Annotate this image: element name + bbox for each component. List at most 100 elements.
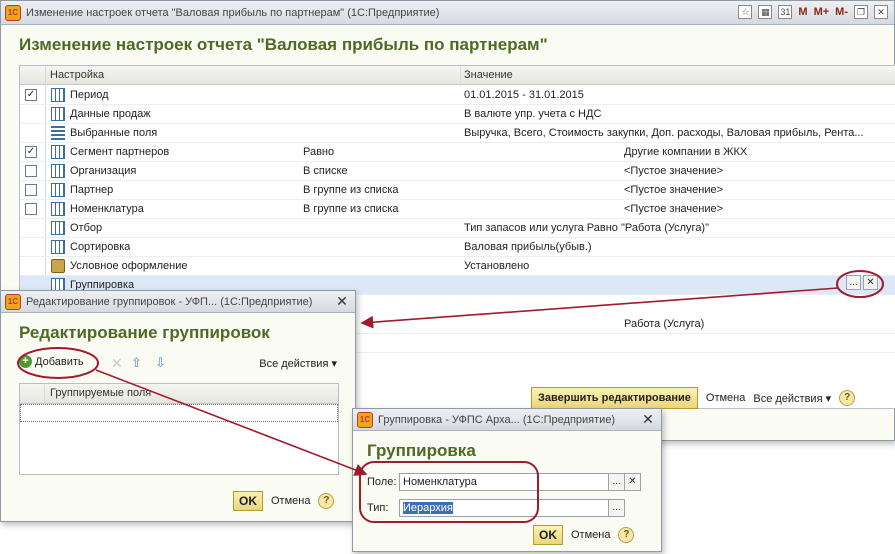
grouping-dialog-heading: Группировка	[367, 441, 476, 460]
row-checkbox[interactable]: ✓	[25, 146, 37, 158]
row-checkbox[interactable]	[25, 203, 37, 215]
list-icon	[51, 126, 65, 140]
main-window-title: Изменение настроек отчета "Валовая прибы…	[26, 6, 440, 19]
cancel-button[interactable]: Отмена	[271, 495, 310, 507]
table-row[interactable]: ✓ Период 01.01.2015 - 31.01.2015	[20, 86, 895, 105]
field-row: Поле: Номенклатура ... ✕	[367, 473, 641, 491]
ok-button[interactable]: OK	[233, 491, 263, 511]
1c-logo-icon: 1С	[5, 4, 21, 21]
grouping-fields-grid[interactable]: Группируемые поля	[19, 383, 339, 475]
row-setting: Организация	[70, 165, 137, 177]
row-setting: Период	[70, 89, 109, 101]
row-condition: В списке	[303, 165, 348, 177]
main-heading: Изменение настроек отчета "Валовая прибы…	[19, 35, 548, 54]
settings-grid-header: Настройка Значение	[20, 66, 895, 85]
field-input[interactable]: Номенклатура	[399, 473, 609, 491]
move-down-icon[interactable]: ⇩	[155, 355, 166, 371]
type-row: Тип: Иерархия ...	[367, 499, 625, 517]
calendar-icon[interactable]: 31	[778, 5, 793, 19]
table-row[interactable]: Выбранные поля Выручка, Всего, Стоимость …	[20, 124, 895, 143]
table-icon	[51, 164, 65, 178]
help-icon[interactable]: ?	[839, 390, 856, 406]
table-icon	[51, 183, 65, 197]
field-clear-button[interactable]: ✕	[625, 473, 641, 491]
grouping-dialog-footer: OK Отмена ?	[533, 525, 635, 545]
table-row[interactable]: Организация В списке <Пустое значение>	[20, 162, 895, 181]
table-row[interactable]: Данные продаж В валюте упр. учета с НДС	[20, 105, 895, 124]
clear-value-button[interactable]: ✕	[863, 275, 878, 290]
table-row[interactable]: Партнер В группе из списка <Пустое значени…	[20, 181, 895, 200]
column-grouping-fields[interactable]: Группируемые поля	[50, 387, 151, 399]
grouping-dialog-window: 1С Группировка - УФПС Арха... (1С:Предпр…	[352, 408, 662, 552]
memory-button[interactable]: M	[798, 6, 807, 18]
grouping-dialog-title: Группировка - УФПС Арха... (1С:Предприят…	[378, 413, 616, 426]
table-row[interactable]: Сортировка Валовая прибыль(убыв.)	[20, 238, 895, 257]
row-setting: Партнер	[70, 184, 114, 196]
cancel-button[interactable]: Отмена	[571, 529, 610, 541]
table-row[interactable]: ✓ Сегмент партнеров Равно Другие компании в…	[20, 143, 895, 162]
move-up-icon[interactable]: ⇧	[131, 355, 142, 371]
table-icon	[51, 202, 65, 216]
row-value: Валовая прибыль(убыв.)	[464, 241, 592, 253]
column-setting[interactable]: Настройка	[50, 69, 104, 81]
select-value-button[interactable]: ...	[846, 275, 861, 290]
ok-button[interactable]: OK	[533, 525, 563, 545]
type-label: Тип:	[367, 502, 389, 514]
type-input[interactable]: Иерархия	[399, 499, 609, 517]
grouping-editor-titlebar[interactable]: 1С Редактирование группировок - УФП... (…	[1, 291, 355, 313]
table-icon	[51, 240, 65, 254]
cancel-button[interactable]: Отмена	[706, 392, 745, 404]
grouping-editor-toolbar: + Добавить ✕ ⇧ ⇩ Все действия ▾	[17, 353, 339, 375]
grouping-editor-title: Редактирование группировок - УФП... (1С:…	[26, 295, 313, 308]
row-value: <Пустое значение>	[624, 165, 724, 177]
memory-minus-button[interactable]: M-	[835, 6, 848, 18]
row-value: Тип запасов или услуга Равно "Работа (Ус…	[464, 222, 710, 234]
grouping-editor-footer: OK Отмена ?	[233, 491, 335, 511]
close-icon[interactable]: ✕	[335, 294, 349, 308]
1c-logo-icon: 1С	[357, 411, 373, 428]
favorite-icon[interactable]: ☆	[738, 5, 753, 19]
all-actions-button[interactable]: Все действия ▾	[753, 392, 831, 405]
table-row[interactable]: Условное оформление Установлено	[20, 257, 895, 276]
grouping-fields-header: Группируемые поля	[20, 384, 338, 404]
row-value: Установлено	[464, 260, 530, 272]
main-titlebar[interactable]: 1С Изменение настроек отчета "Валовая пр…	[1, 1, 894, 25]
row-condition: В группе из списка	[303, 184, 399, 196]
table-icon	[51, 145, 65, 159]
table-row[interactable]: Отбор Тип запасов или услуга Равно "Работ…	[20, 219, 895, 238]
row-checkbox[interactable]: ✓	[25, 89, 37, 101]
restore-window-icon[interactable]: ❐	[854, 5, 868, 19]
row-value: 01.01.2015 - 31.01.2015	[464, 89, 584, 101]
calculator-icon[interactable]: ▦	[758, 5, 773, 19]
row-setting: Данные продаж	[70, 108, 151, 120]
help-icon[interactable]: ?	[618, 527, 635, 543]
type-select-button[interactable]: ...	[609, 499, 625, 517]
row-condition: Равно	[303, 146, 335, 158]
help-icon[interactable]: ?	[318, 493, 335, 509]
row-value: Другие компании в ЖКХ	[624, 146, 748, 158]
table-row[interactable]	[20, 404, 338, 422]
row-checkbox[interactable]	[25, 184, 37, 196]
close-icon[interactable]: ✕	[641, 412, 655, 426]
table-row[interactable]: Номенклатура В группе из списка <Пустое зн…	[20, 200, 895, 219]
finish-editing-button[interactable]: Завершить редактирование	[531, 387, 698, 409]
table-icon	[51, 107, 65, 121]
main-footer: Завершить редактирование Отмена Все дейс…	[531, 387, 856, 409]
row-setting: Сегмент партнеров	[70, 146, 170, 158]
grouping-dialog-titlebar[interactable]: 1С Группировка - УФПС Арха... (1С:Предпр…	[353, 409, 661, 431]
plus-icon: +	[19, 355, 32, 368]
add-button[interactable]: + Добавить	[19, 355, 84, 368]
row-value: В валюте упр. учета с НДС	[464, 108, 602, 120]
row-value: <Пустое значение>	[624, 203, 724, 215]
grouping-value-buttons: ... ✕	[846, 275, 878, 290]
row-value: Работа (Услуга)	[624, 318, 705, 330]
field-select-button[interactable]: ...	[609, 473, 625, 491]
all-actions-button[interactable]: Все действия ▾	[259, 357, 337, 370]
row-checkbox[interactable]	[25, 165, 37, 177]
delete-icon[interactable]: ✕	[111, 355, 123, 372]
close-window-icon[interactable]: ✕	[874, 5, 888, 19]
memory-plus-button[interactable]: M+	[814, 6, 830, 18]
column-value[interactable]: Значение	[464, 69, 513, 81]
row-setting: Номенклатура	[70, 203, 144, 215]
table-icon	[51, 88, 65, 102]
